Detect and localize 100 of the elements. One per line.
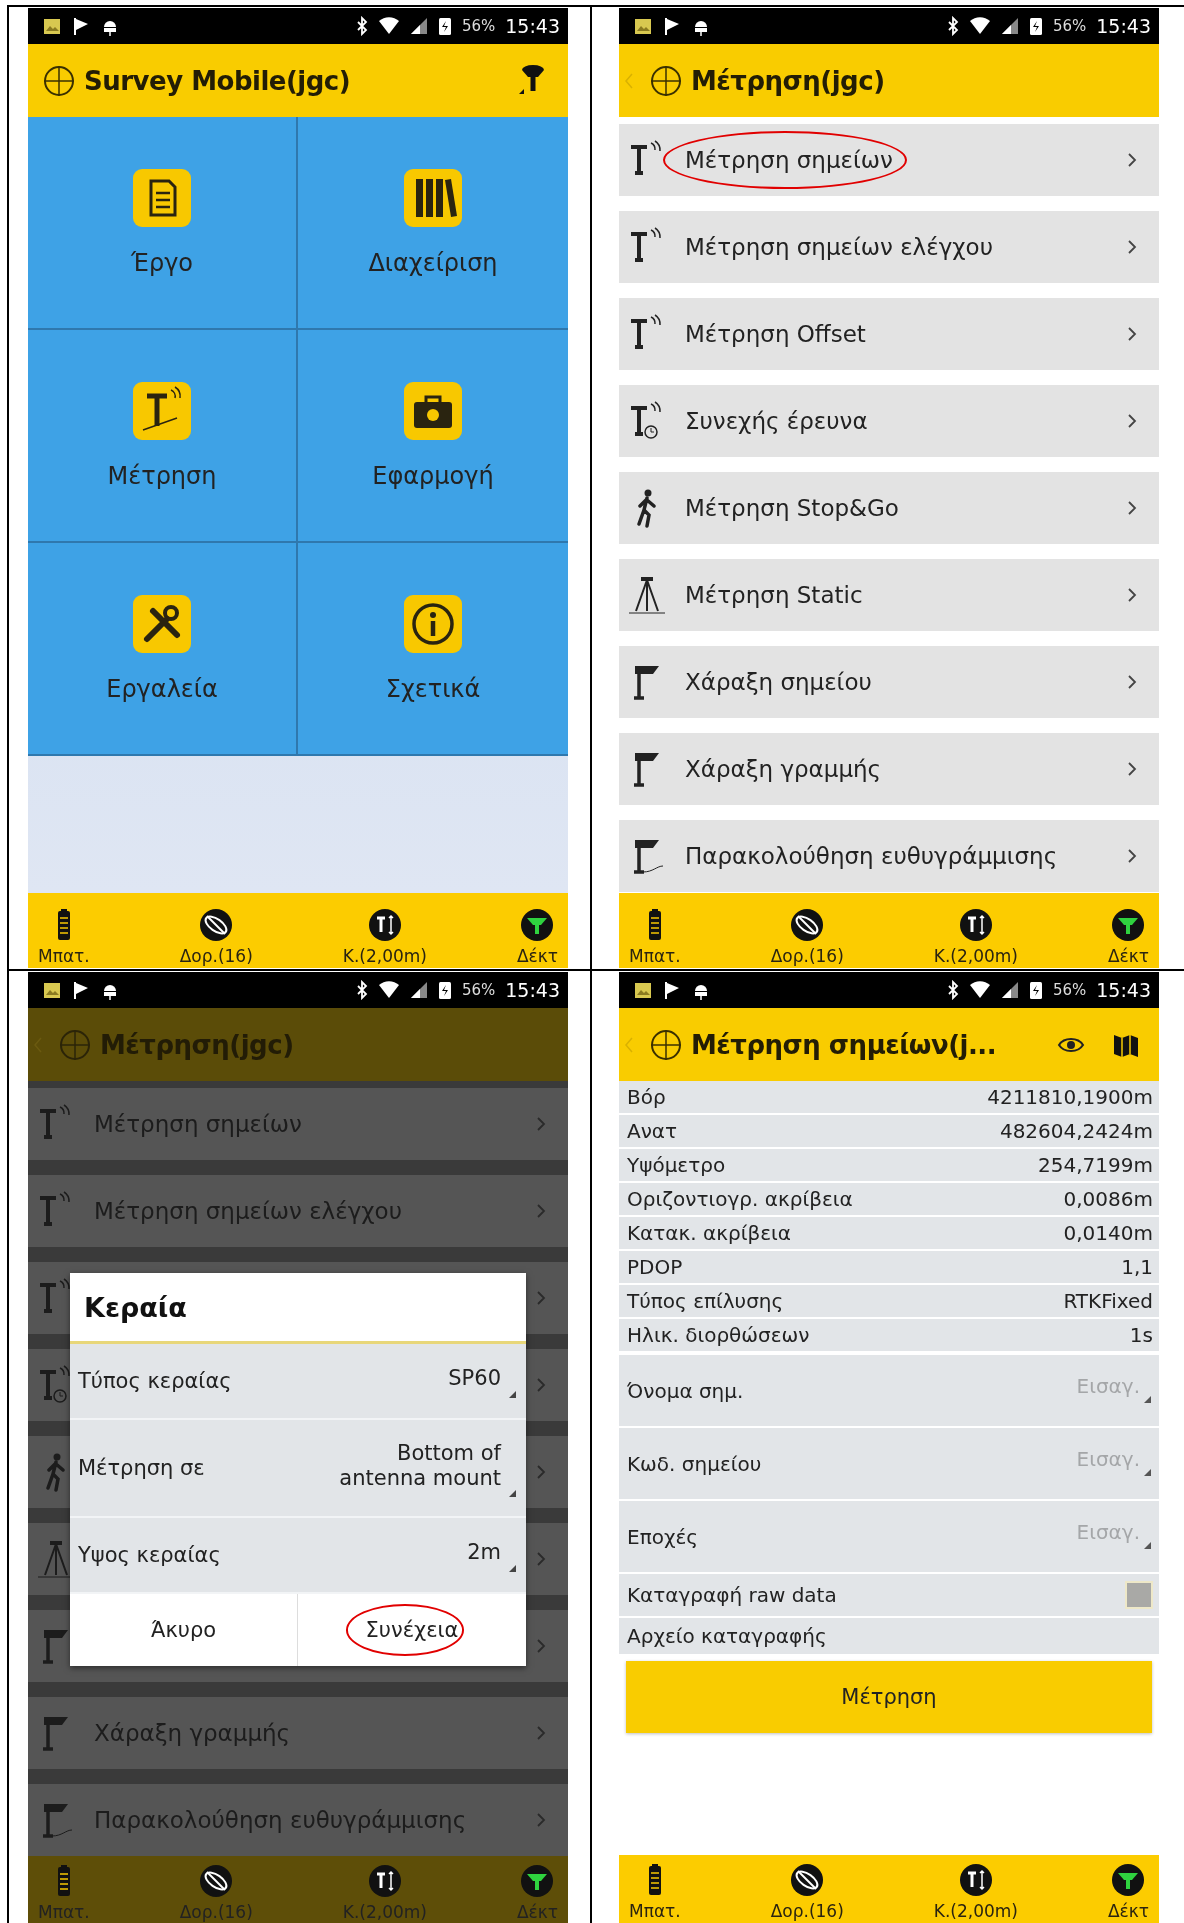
menu-item[interactable]: Παρακολούθηση ευθυγράμμισης	[619, 820, 1159, 892]
status-tab[interactable]: Μπατ.	[629, 908, 681, 966]
field-label: Κωδ. σημείου	[627, 1451, 763, 1476]
measure-button[interactable]: Μέτρηση	[626, 1661, 1152, 1733]
battery-charging-icon	[1028, 16, 1043, 36]
menu-item[interactable]: Μέτρηση Stop&Go	[619, 472, 1159, 544]
tripod-icon	[627, 575, 667, 615]
status-tab[interactable]: Μπατ.	[629, 1863, 681, 1921]
gallery-icon	[633, 980, 653, 1000]
field-label: Τύπος κεραίας	[78, 1369, 232, 1393]
status-tab[interactable]: Δέκτ	[1107, 908, 1149, 966]
field-label: Μέτρηση σε	[78, 1456, 205, 1480]
menu-tile[interactable]: Εργαλεία	[28, 543, 298, 756]
field-label: Ηλικ. διορθώσεων	[627, 1323, 810, 1347]
status-tab[interactable]: Κ.(2,00m)	[933, 908, 1018, 966]
field-value: 0,0140m	[1063, 1221, 1153, 1245]
satellite-icon	[199, 908, 234, 942]
dropdown-corner-icon	[509, 1564, 516, 1572]
clock: 15:43	[1096, 15, 1151, 37]
books-icon	[404, 168, 462, 227]
menu-item[interactable]: Μέτρηση Offset	[619, 298, 1159, 370]
antenna-height-icon	[367, 1864, 402, 1898]
field-value: 0,0086m	[1063, 1187, 1153, 1211]
field-label: Υψόμετρο	[627, 1153, 726, 1177]
chevron-right-icon	[1127, 674, 1137, 690]
dropdown[interactable]: 2m	[467, 1540, 516, 1570]
clock: 15:43	[505, 979, 560, 1001]
antenna-height-icon	[958, 1863, 993, 1897]
menu-item[interactable]: Συνεχής έρευνα	[619, 385, 1159, 457]
battery-percentage: 56%	[1052, 981, 1087, 999]
status-tab[interactable]: Κ.(2,00m)	[342, 908, 427, 966]
signal-icon	[1000, 17, 1019, 35]
status-tab[interactable]: Κ.(2,00m)	[933, 1863, 1018, 1921]
menu-tile[interactable]: Διαχείριση	[298, 117, 568, 330]
dropdown[interactable]: Bottom of antenna mount	[316, 1440, 516, 1496]
gallery-icon	[42, 16, 62, 36]
input-field[interactable]: Εισαγ.	[1010, 1519, 1144, 1554]
receiver-icon	[1111, 1863, 1146, 1897]
chevron-right-icon	[1127, 587, 1137, 603]
menu-item[interactable]: Χάραξη σημείου	[619, 646, 1159, 718]
dialog-button[interactable]: Συνέχεια	[298, 1594, 526, 1666]
chevron-right-icon	[536, 1638, 546, 1654]
status-tab[interactable]: Δορ.(16)	[770, 1863, 844, 1921]
menu-tile[interactable]: Σχετικά	[298, 543, 568, 756]
battery-percentage: 56%	[1052, 17, 1087, 35]
screen-title: Μέτρηση(jgc)	[691, 65, 885, 96]
dialog-button[interactable]: Άκυρο	[70, 1594, 298, 1666]
field-label: Βόρ	[627, 1085, 666, 1109]
menu-item[interactable]: Μέτρηση Static	[619, 559, 1159, 631]
checkbox[interactable]	[1127, 1583, 1151, 1607]
chevron-right-icon	[536, 1551, 546, 1567]
field-value: RTKFixed	[1063, 1289, 1153, 1313]
crosshair-icon	[42, 63, 76, 98]
field-label: Αρχείο καταγραφής	[627, 1624, 827, 1648]
toolbox-icon	[404, 381, 462, 440]
chevron-right-icon	[536, 1464, 546, 1480]
field-value: 254,7199m	[1038, 1153, 1153, 1177]
chevron-right-icon	[536, 1116, 546, 1132]
signal-icon	[409, 981, 428, 999]
battery-percentage: 56%	[461, 17, 496, 35]
satellite-icon	[790, 908, 825, 942]
dropdown-corner-icon	[509, 1390, 516, 1398]
status-tab[interactable]: Δορ.(16)	[770, 908, 844, 966]
wifi-icon	[968, 17, 991, 35]
field-value: 4211810,1900m	[987, 1085, 1153, 1109]
field-label: Ανατ	[627, 1119, 678, 1143]
status-tab[interactable]: Δέκτ	[516, 908, 558, 966]
chevron-right-icon	[1127, 761, 1137, 777]
status-tab[interactable]: Μπατ.	[38, 908, 90, 966]
crosshair-icon	[58, 1027, 92, 1062]
menu-tile[interactable]: Έργο	[28, 117, 298, 330]
menu-tile[interactable]: Εφαρμογή	[298, 330, 568, 543]
corner-mark-icon	[1144, 1542, 1151, 1549]
field-value: 1,1	[1121, 1255, 1153, 1279]
dropdown[interactable]: SP60	[448, 1366, 516, 1396]
bluetooth-icon	[355, 16, 368, 36]
menu-item[interactable]: Χάραξη γραμμής	[619, 733, 1159, 805]
field-value: 482604,2424m	[999, 1119, 1153, 1143]
status-tab[interactable]: Δέκτ	[1107, 1863, 1149, 1921]
menu-item[interactable]: Μέτρηση σημείων ελέγχου	[619, 211, 1159, 283]
input-field[interactable]: Εισαγ.	[1010, 1373, 1144, 1408]
bluetooth-icon	[355, 980, 368, 1000]
field-label: Υψος κεραίας	[78, 1543, 221, 1567]
chevron-right-icon	[1127, 500, 1137, 516]
menu-tile[interactable]: Μέτρηση	[28, 330, 298, 543]
chevron-right-icon	[536, 1290, 546, 1306]
chevron-right-icon	[536, 1725, 546, 1741]
wifi-icon	[377, 17, 400, 35]
battery-charging-icon	[437, 980, 452, 1000]
battery-charging-icon	[437, 16, 452, 36]
survey-pole-icon	[133, 381, 191, 440]
battery-charging-icon	[1028, 980, 1043, 1000]
status-tab[interactable]: Δορ.(16)	[179, 908, 253, 966]
input-field[interactable]: Εισαγ.	[1010, 1446, 1144, 1481]
field-label: Εποχές	[627, 1524, 699, 1549]
screen-title: Μέτρηση(jgc)	[100, 1029, 294, 1060]
menu-item[interactable]: Μέτρηση σημείων	[619, 124, 1159, 196]
signal-icon	[1000, 981, 1019, 999]
chevron-right-icon	[1127, 848, 1137, 864]
tools-icon	[133, 594, 191, 653]
